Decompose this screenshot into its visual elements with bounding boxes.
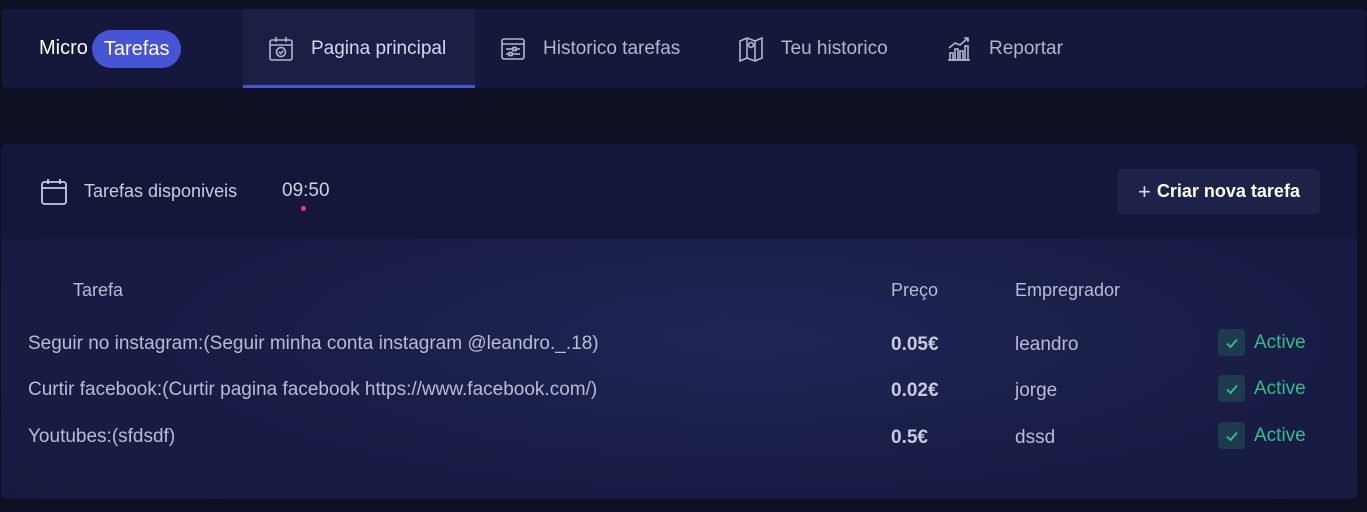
status-label: Active	[1254, 424, 1306, 446]
task-cell: Curtir facebook:(Curtir pagina facebook …	[28, 379, 598, 400]
task-cell: Youtubes:(sfdsdf)	[28, 426, 176, 447]
map-icon	[739, 36, 763, 62]
price-cell: 0.02€	[891, 380, 939, 401]
nav-tab-historico-tarefas[interactable]: Historico tarefas	[475, 9, 713, 88]
calendar-icon	[41, 179, 67, 205]
list-settings-icon	[501, 37, 525, 60]
brand-text-tarefas: Tarefas	[91, 29, 182, 68]
nav-tab-reportar[interactable]: Reportar	[921, 9, 1087, 88]
nav-tab-label: Historico tarefas	[543, 37, 681, 59]
create-task-button[interactable]: + Criar nova tarefa	[1118, 169, 1320, 214]
column-header-price: Preço	[891, 280, 939, 300]
task-cell: Seguir no instagram:(Seguir minha conta …	[28, 333, 599, 354]
status-badge[interactable]: Active	[1218, 329, 1306, 356]
employer-cell: leandro	[1015, 334, 1079, 355]
check-icon	[1218, 329, 1245, 356]
create-task-label: Criar nova tarefa	[1156, 181, 1300, 201]
clock-time: 09:50	[282, 180, 330, 201]
check-icon	[1218, 422, 1245, 449]
price-cell: 0.5€	[891, 427, 928, 448]
employer-cell: dssd	[1015, 427, 1056, 448]
bar-chart-growth-icon	[948, 36, 970, 61]
live-indicator-dot	[301, 206, 306, 211]
nav-tab-label: Pagina principal	[311, 37, 447, 59]
employer-cell: jorge	[1015, 380, 1058, 401]
panel-title: Tarefas disponiveis	[84, 181, 238, 201]
column-header-task: Tarefa	[73, 280, 124, 300]
column-header-employer: Empregrador	[1015, 280, 1121, 300]
status-badge[interactable]: Active	[1218, 422, 1306, 449]
nav-tab-label: Teu historico	[781, 37, 888, 59]
nav-tab-label: Reportar	[989, 37, 1063, 59]
tasks-panel: Tarefas disponiveis 09:50 + Criar nova t…	[1, 144, 1357, 499]
status-label: Active	[1254, 331, 1306, 353]
calendar-check-icon	[269, 36, 293, 61]
brand-text-micro: Micro	[39, 37, 88, 59]
top-navbar: Micro Tarefas Pagina principal Historico…	[2, 9, 1366, 88]
price-cell: 0.05€	[891, 334, 939, 355]
nav-tab-pagina-principal[interactable]: Pagina principal	[243, 9, 475, 88]
status-label: Active	[1254, 377, 1306, 399]
brand-logo[interactable]: Micro Tarefas	[2, 9, 243, 88]
status-badge[interactable]: Active	[1218, 375, 1306, 402]
nav-tab-teu-historico[interactable]: Teu historico	[713, 9, 921, 88]
panel-header: Tarefas disponiveis 09:50 + Criar nova t…	[1, 144, 1357, 239]
plus-icon: +	[1138, 178, 1151, 204]
check-icon	[1218, 375, 1245, 402]
